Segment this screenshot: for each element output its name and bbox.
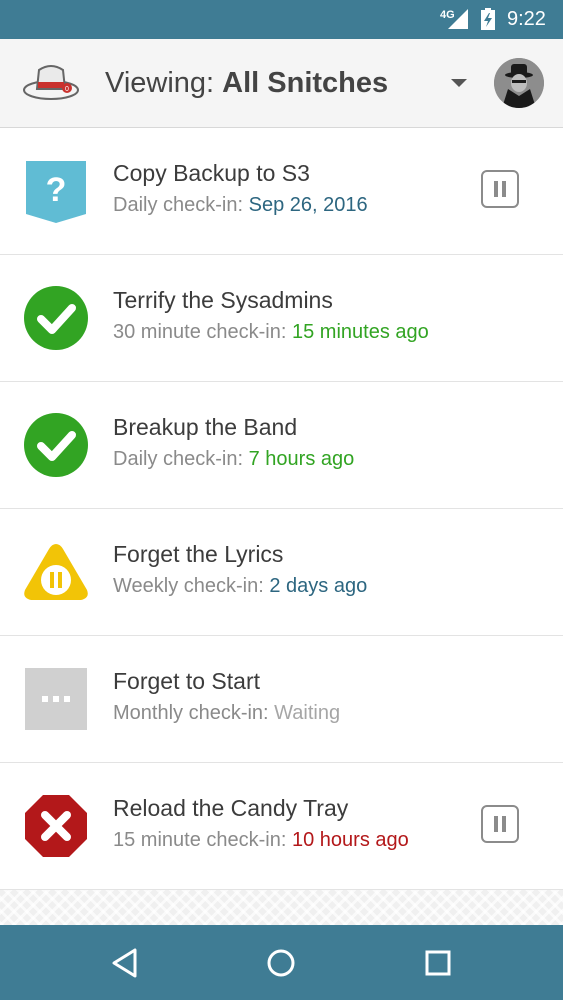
snitch-name: Forget to Start — [113, 668, 261, 694]
pause-triangle-icon — [24, 544, 88, 600]
snitch-last-checkin: 15 minutes ago — [291, 321, 429, 343]
snitch-row-terrify-sysadmins[interactable]: Terrify the Sysadmins 30 minute check-in… — [0, 255, 563, 382]
snitch-last-checkin: Waiting — [274, 702, 341, 724]
snitch-list: ? Copy Backup to S3 Daily check-in: Sep … — [0, 128, 563, 890]
snitch-checkin: Weekly check-in: 2 days ago — [113, 575, 367, 598]
snitch-checkin: 30 minute check-in: 15 minutes ago — [113, 321, 429, 344]
snitch-interval: Weekly check-in: — [113, 575, 270, 597]
back-triangle-icon[interactable] — [107, 945, 143, 981]
snitch-checkin: Daily check-in: Sep 26, 2016 — [113, 194, 368, 217]
page-title-filter: All Snitches — [222, 67, 389, 99]
check-circle-icon — [24, 286, 88, 350]
battery-charging-icon — [481, 8, 495, 30]
snitch-checkin: 15 minute check-in: 10 hours ago — [113, 829, 409, 852]
snitch-name: Copy Backup to S3 — [113, 160, 310, 186]
fedora-hat-logo-icon[interactable]: 0 — [22, 61, 80, 103]
snitch-last-checkin: 7 hours ago — [248, 448, 355, 470]
svg-text:0: 0 — [65, 86, 69, 93]
svg-text:?: ? — [46, 171, 67, 209]
snitch-interval: Daily check-in: — [113, 194, 249, 216]
snitch-name: Breakup the Band — [113, 414, 298, 440]
snitch-last-checkin: Sep 26, 2016 — [248, 194, 368, 216]
snitch-name: Reload the Candy Tray — [113, 795, 349, 821]
question-pennant-icon: ? — [26, 161, 86, 223]
avatar[interactable] — [494, 58, 544, 108]
snitch-last-checkin: 10 hours ago — [291, 829, 409, 851]
snitch-name: Forget the Lyrics — [113, 541, 284, 567]
snitch-name: Terrify the Sysadmins — [113, 287, 333, 313]
snitch-checkin: Daily check-in: 7 hours ago — [113, 448, 354, 471]
snitch-checkin: Monthly check-in: Waiting — [113, 702, 340, 725]
snitch-row-copy-backup[interactable]: ? Copy Backup to S3 Daily check-in: Sep … — [0, 128, 563, 255]
pause-button[interactable] — [481, 805, 519, 843]
snitch-row-forget-start[interactable]: Forget to Start Monthly check-in: Waitin… — [0, 636, 563, 763]
snitch-row-reload-candy[interactable]: Reload the Candy Tray 15 minute check-in… — [0, 763, 563, 890]
snitch-row-forget-lyrics[interactable]: Forget the Lyrics Weekly check-in: 2 day… — [0, 509, 563, 636]
pause-button[interactable] — [481, 170, 519, 208]
snitch-last-checkin: 2 days ago — [269, 575, 368, 597]
app-bar: 0 Viewing: All Snitches — [0, 39, 563, 128]
system-nav-bar — [0, 925, 563, 1000]
dropdown-arrow-icon[interactable] — [451, 79, 467, 87]
home-circle-icon[interactable] — [263, 945, 299, 981]
recents-square-icon[interactable] — [420, 945, 456, 981]
snitch-row-breakup-band[interactable]: Breakup the Band Daily check-in: 7 hours… — [0, 382, 563, 509]
page-title-prefix: Viewing: — [105, 67, 223, 99]
snitch-interval: Daily check-in: — [113, 448, 249, 470]
clock: 9:22 — [507, 8, 546, 30]
error-octagon-icon — [25, 795, 87, 857]
page-title[interactable]: Viewing: All Snitches — [105, 67, 388, 100]
list-footer-background — [0, 890, 563, 925]
status-bar: 4G 9:22 — [0, 0, 563, 39]
snitch-interval: 15 minute check-in: — [113, 829, 292, 851]
signal-icon — [448, 9, 468, 29]
check-circle-icon — [24, 413, 88, 477]
snitch-interval: Monthly check-in: — [113, 702, 275, 724]
spy-avatar-icon — [494, 58, 544, 108]
waiting-dots-icon — [25, 668, 87, 730]
snitch-interval: 30 minute check-in: — [113, 321, 292, 343]
